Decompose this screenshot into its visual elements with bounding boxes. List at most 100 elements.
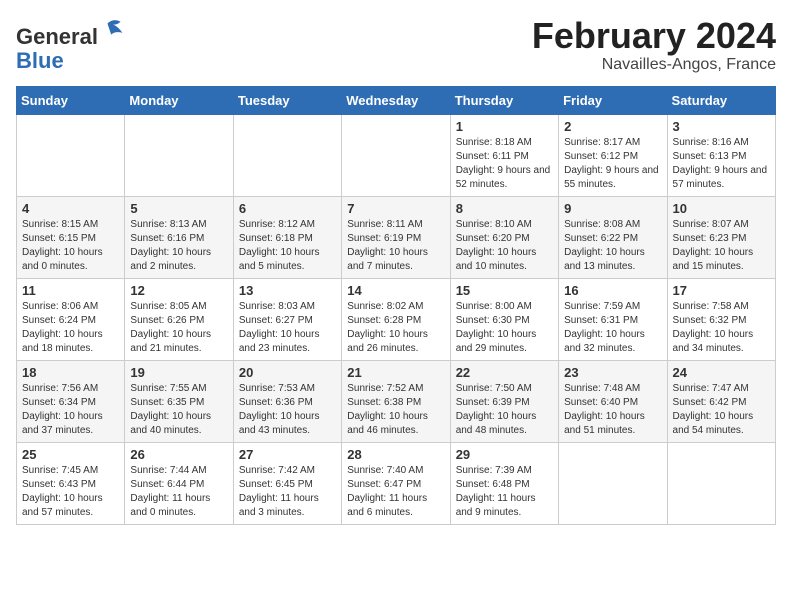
table-row: 5Sunrise: 8:13 AM Sunset: 6:16 PM Daylig… (125, 196, 233, 278)
table-row: 13 Sunrise: 8:03 AM Sunset: 6:27 PM Dayli… (233, 278, 341, 360)
day-info: Sunrise: 8:16 AM Sunset: 6:13 PM Dayligh… (673, 136, 770, 192)
table-row: 26 Sunrise: 7:44 AM Sunset: 6:44 PM Dayli… (125, 442, 233, 524)
calendar-body: 1 Sunrise: 8:18 AM Sunset: 6:11 PM Daylig… (17, 114, 776, 524)
week-row-3: 11Sunrise: 8:06 AM Sunset: 6:24 PM Dayli… (17, 278, 776, 360)
table-row: 25 Sunrise: 7:45 AM Sunset: 6:43 PM Dayli… (17, 442, 125, 524)
table-row: 14 Sunrise: 8:02 AM Sunset: 6:28 PM Dayli… (342, 278, 450, 360)
day-info: Sunrise: 8:06 AM Sunset: 6:24 PM Dayligh… (22, 300, 119, 356)
day-number: 25 (22, 447, 119, 462)
table-row: 27 Sunrise: 7:42 AM Sunset: 6:45 PM Dayli… (233, 442, 341, 524)
day-number: 27 (239, 447, 336, 462)
table-row: 24Sunrise: 7:47 AM Sunset: 6:42 PM Dayli… (667, 360, 775, 442)
day-info: Sunrise: 7:40 AM Sunset: 6:47 PM Dayligh… (347, 464, 444, 520)
day-number: 19 (130, 365, 227, 380)
day-info: Sunrise: 8:15 AM Sunset: 6:15 PM Dayligh… (22, 218, 119, 274)
week-row-2: 4 Sunrise: 8:15 AM Sunset: 6:15 PM Daylig… (17, 196, 776, 278)
col-sunday: Sunday (17, 86, 125, 114)
table-row: 9Sunrise: 8:08 AM Sunset: 6:22 PM Daylig… (559, 196, 667, 278)
table-row: 2 Sunrise: 8:17 AM Sunset: 6:12 PM Daylig… (559, 114, 667, 196)
table-row: 17Sunrise: 7:58 AM Sunset: 6:32 PM Dayli… (667, 278, 775, 360)
day-number: 7 (347, 201, 444, 216)
calendar-subtitle: Navailles-Angos, France (532, 56, 776, 74)
day-info: Sunrise: 8:18 AM Sunset: 6:11 PM Dayligh… (456, 136, 553, 192)
table-row: 19 Sunrise: 7:55 AM Sunset: 6:35 PM Dayli… (125, 360, 233, 442)
page-header: General Blue February 2024 Navailles-Ang… (16, 16, 776, 74)
day-info: Sunrise: 7:50 AM Sunset: 6:39 PM Dayligh… (456, 382, 553, 438)
col-monday: Monday (125, 86, 233, 114)
day-info: Sunrise: 8:00 AM Sunset: 6:30 PM Dayligh… (456, 300, 553, 356)
day-info: Sunrise: 7:59 AM Sunset: 6:31 PM Dayligh… (564, 300, 661, 356)
table-row: 21Sunrise: 7:52 AM Sunset: 6:38 PM Dayli… (342, 360, 450, 442)
week-row-1: 1 Sunrise: 8:18 AM Sunset: 6:11 PM Daylig… (17, 114, 776, 196)
day-number: 26 (130, 447, 227, 462)
day-info: Sunrise: 7:42 AM Sunset: 6:45 PM Dayligh… (239, 464, 336, 520)
day-info: Sunrise: 8:12 AM Sunset: 6:18 PM Dayligh… (239, 218, 336, 274)
day-info: Sunrise: 8:10 AM Sunset: 6:20 PM Dayligh… (456, 218, 553, 274)
day-number: 12 (130, 283, 227, 298)
day-info: Sunrise: 7:58 AM Sunset: 6:32 PM Dayligh… (673, 300, 770, 356)
day-info: Sunrise: 8:08 AM Sunset: 6:22 PM Dayligh… (564, 218, 661, 274)
table-row: 11Sunrise: 8:06 AM Sunset: 6:24 PM Dayli… (17, 278, 125, 360)
table-row (559, 442, 667, 524)
day-number: 20 (239, 365, 336, 380)
day-info: Sunrise: 7:45 AM Sunset: 6:43 PM Dayligh… (22, 464, 119, 520)
day-info: Sunrise: 8:03 AM Sunset: 6:27 PM Dayligh… (239, 300, 336, 356)
day-info: Sunrise: 8:17 AM Sunset: 6:12 PM Dayligh… (564, 136, 661, 192)
day-number: 1 (456, 119, 553, 134)
table-row: 3Sunrise: 8:16 AM Sunset: 6:13 PM Daylig… (667, 114, 775, 196)
week-row-4: 18 Sunrise: 7:56 AM Sunset: 6:34 PM Dayli… (17, 360, 776, 442)
day-info: Sunrise: 7:39 AM Sunset: 6:48 PM Dayligh… (456, 464, 553, 520)
day-number: 2 (564, 119, 661, 134)
calendar-table: Sunday Monday Tuesday Wednesday Thursday… (16, 86, 776, 525)
day-number: 16 (564, 283, 661, 298)
day-info: Sunrise: 8:07 AM Sunset: 6:23 PM Dayligh… (673, 218, 770, 274)
table-row (125, 114, 233, 196)
logo: General Blue (16, 16, 128, 73)
col-tuesday: Tuesday (233, 86, 341, 114)
day-info: Sunrise: 7:55 AM Sunset: 6:35 PM Dayligh… (130, 382, 227, 438)
day-number: 15 (456, 283, 553, 298)
day-info: Sunrise: 7:48 AM Sunset: 6:40 PM Dayligh… (564, 382, 661, 438)
table-row: 15 Sunrise: 8:00 AM Sunset: 6:30 PM Dayli… (450, 278, 558, 360)
day-number: 28 (347, 447, 444, 462)
day-info: Sunrise: 7:56 AM Sunset: 6:34 PM Dayligh… (22, 382, 119, 438)
logo-bird-icon (100, 16, 128, 44)
logo-general-text: General (16, 24, 98, 49)
day-info: Sunrise: 7:53 AM Sunset: 6:36 PM Dayligh… (239, 382, 336, 438)
header-row: Sunday Monday Tuesday Wednesday Thursday… (17, 86, 776, 114)
day-number: 14 (347, 283, 444, 298)
day-info: Sunrise: 8:11 AM Sunset: 6:19 PM Dayligh… (347, 218, 444, 274)
table-row (233, 114, 341, 196)
table-row: 20 Sunrise: 7:53 AM Sunset: 6:36 PM Dayli… (233, 360, 341, 442)
day-number: 29 (456, 447, 553, 462)
table-row: 12 Sunrise: 8:05 AM Sunset: 6:26 PM Dayli… (125, 278, 233, 360)
day-number: 18 (22, 365, 119, 380)
col-thursday: Thursday (450, 86, 558, 114)
table-row: 10 Sunrise: 8:07 AM Sunset: 6:23 PM Dayli… (667, 196, 775, 278)
day-number: 10 (673, 201, 770, 216)
col-wednesday: Wednesday (342, 86, 450, 114)
day-number: 4 (22, 201, 119, 216)
table-row (17, 114, 125, 196)
table-row: 7 Sunrise: 8:11 AM Sunset: 6:19 PM Daylig… (342, 196, 450, 278)
table-row: 18 Sunrise: 7:56 AM Sunset: 6:34 PM Dayli… (17, 360, 125, 442)
day-info: Sunrise: 7:47 AM Sunset: 6:42 PM Dayligh… (673, 382, 770, 438)
table-row (342, 114, 450, 196)
calendar-title: February 2024 (532, 16, 776, 56)
table-row: 4 Sunrise: 8:15 AM Sunset: 6:15 PM Daylig… (17, 196, 125, 278)
day-info: Sunrise: 8:02 AM Sunset: 6:28 PM Dayligh… (347, 300, 444, 356)
day-number: 8 (456, 201, 553, 216)
day-number: 5 (130, 201, 227, 216)
table-row (667, 442, 775, 524)
table-row: 22 Sunrise: 7:50 AM Sunset: 6:39 PM Dayli… (450, 360, 558, 442)
day-info: Sunrise: 7:52 AM Sunset: 6:38 PM Dayligh… (347, 382, 444, 438)
table-row: 16 Sunrise: 7:59 AM Sunset: 6:31 PM Dayli… (559, 278, 667, 360)
day-number: 13 (239, 283, 336, 298)
day-info: Sunrise: 7:44 AM Sunset: 6:44 PM Dayligh… (130, 464, 227, 520)
day-info: Sunrise: 8:05 AM Sunset: 6:26 PM Dayligh… (130, 300, 227, 356)
day-number: 23 (564, 365, 661, 380)
title-block: February 2024 Navailles-Angos, France (532, 16, 776, 74)
table-row: 1 Sunrise: 8:18 AM Sunset: 6:11 PM Daylig… (450, 114, 558, 196)
table-row: 23 Sunrise: 7:48 AM Sunset: 6:40 PM Dayli… (559, 360, 667, 442)
day-number: 22 (456, 365, 553, 380)
